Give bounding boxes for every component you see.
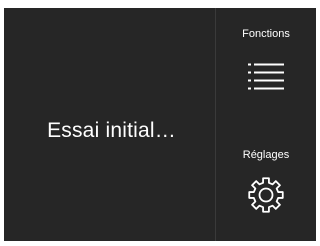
settings-label: Réglages (242, 148, 290, 161)
gear-icon (248, 176, 284, 213)
device-screen: Essai initial… Fonctions Réglages (4, 8, 316, 241)
functions-label: Fonctions (242, 28, 290, 40)
functions-button[interactable]: Fonctions (216, 8, 316, 125)
settings-button[interactable]: Réglages (216, 125, 316, 242)
status-text: Essai initial… (47, 118, 176, 142)
main-display: Essai initial… (4, 8, 216, 241)
side-panel: Fonctions Réglages (216, 8, 316, 241)
list-icon (248, 63, 284, 90)
